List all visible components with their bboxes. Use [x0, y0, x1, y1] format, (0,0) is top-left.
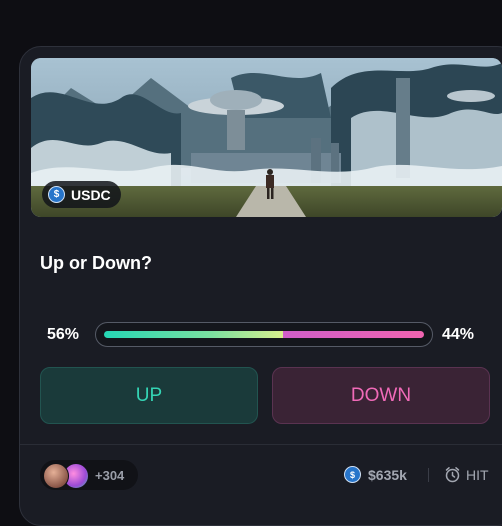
timer-text: HIT: [466, 466, 489, 483]
down-button[interactable]: DOWN: [272, 367, 490, 424]
token-label: USDC: [71, 186, 111, 203]
odds-bar: [95, 322, 433, 347]
avatar: [43, 463, 69, 489]
odds-bar-up-fill: [104, 331, 284, 338]
market-question: Up or Down?: [40, 253, 152, 273]
alarm-clock-icon: [445, 467, 460, 483]
separator: [428, 468, 429, 482]
usdc-icon: $: [48, 186, 65, 203]
avatar-stack: [43, 462, 89, 489]
odds-bar-down-fill: [283, 331, 424, 338]
usdc-icon: $: [344, 466, 361, 483]
market-image: $ USDC: [31, 58, 502, 217]
divider: [20, 444, 502, 445]
down-percentage: 44%: [442, 326, 475, 343]
volume-value: $635k: [368, 466, 407, 483]
token-badge: $ USDC: [42, 181, 121, 208]
participants-count: +304: [95, 467, 125, 483]
timer: HIT: [444, 466, 489, 483]
up-button[interactable]: UP: [40, 367, 258, 424]
market-card[interactable]: $ USDC Up or Down? 56% 44% UP DOWN +304 …: [19, 46, 502, 526]
volume: $ $635k: [344, 466, 407, 483]
up-percentage: 56%: [47, 326, 80, 343]
participants-chip[interactable]: +304: [40, 460, 139, 490]
